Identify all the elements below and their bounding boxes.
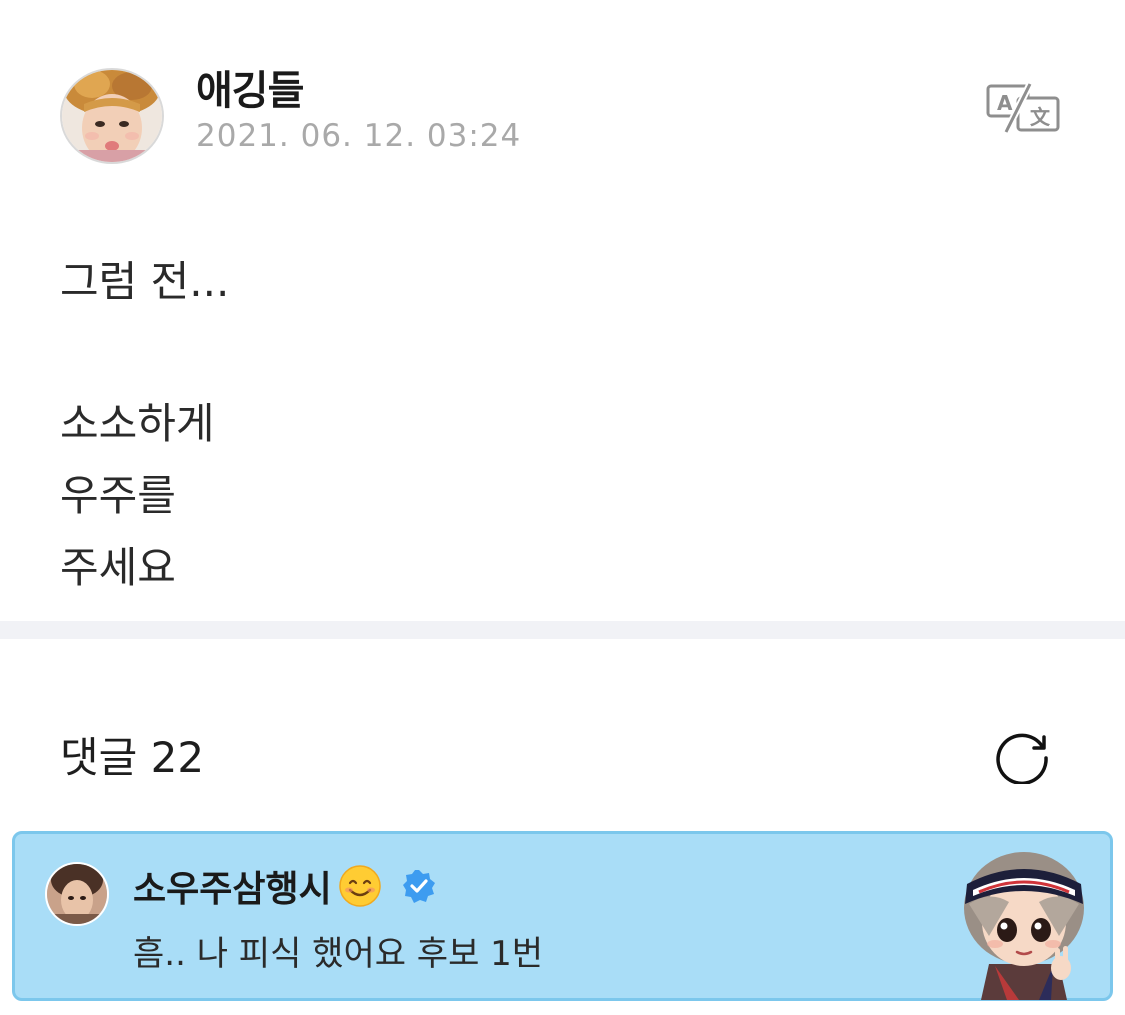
- post-body-line: 우주를: [60, 471, 176, 520]
- translate-icon[interactable]: A 文: [984, 80, 1064, 136]
- comment-text: 흠.. 나 피식 했어요 후보 1번: [133, 934, 544, 974]
- highlighted-comment[interactable]: 소우주삼행시 흠.. 나 피식 했어요 후보 1번: [12, 831, 1113, 1001]
- comment-author-avatar[interactable]: [45, 862, 109, 926]
- verified-badge-icon: [402, 870, 435, 903]
- post-header: 애깅들 2021. 06. 12. 03:24 A 文: [0, 0, 1125, 200]
- post-date: 2021. 06. 12. 03:24: [196, 118, 522, 154]
- comment-author-row: 소우주삼행시: [133, 860, 436, 912]
- post-body-line: 주세요: [60, 543, 176, 592]
- character-sticker: [949, 844, 1099, 1000]
- comments-count-header: 댓글 22: [60, 733, 205, 782]
- author-name[interactable]: 애깅들: [196, 58, 304, 116]
- author-avatar[interactable]: [60, 68, 164, 164]
- post-body-line: 그럼 전...: [60, 257, 230, 306]
- smiling-face-emoji-icon: [338, 865, 381, 907]
- post-body-blank: [60, 318, 229, 388]
- svg-text:文: 文: [1030, 105, 1051, 129]
- section-divider: [0, 621, 1125, 639]
- svg-text:A: A: [997, 91, 1013, 115]
- refresh-icon[interactable]: [992, 724, 1054, 786]
- post-body: 그럼 전... 소소하게 우주를 주세요: [60, 246, 229, 604]
- comment-author-name[interactable]: 소우주삼행시: [133, 860, 332, 912]
- post-body-line: 소소하게: [60, 399, 215, 448]
